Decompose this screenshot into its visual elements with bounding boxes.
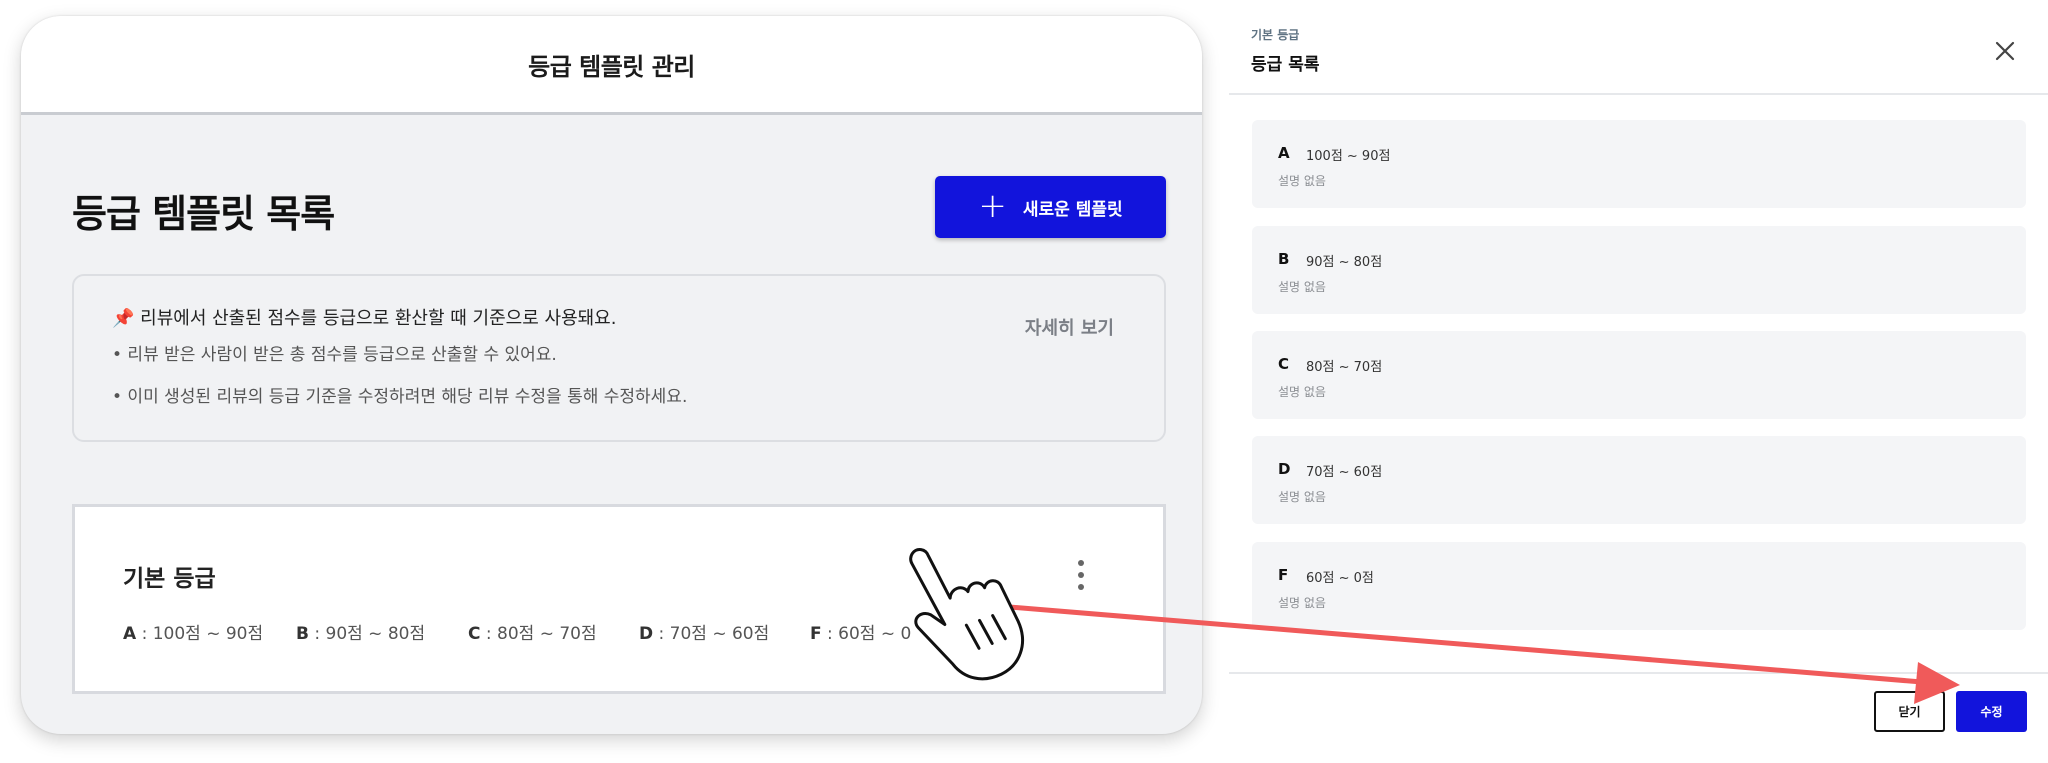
template-card[interactable]: 기본 등급 A : 100점 ~ 90점 B : 90점 ~ 80점 C : 8…	[72, 504, 1166, 694]
plus-icon: +	[978, 185, 1007, 226]
edit-button[interactable]: 수정	[1956, 691, 2027, 732]
grade-letter: F	[1278, 566, 1289, 584]
info-main-text: 📌 리뷰에서 산출된 점수를 등급으로 환산할 때 기준으로 사용돼요.	[112, 308, 617, 329]
screen-header: 등급 템플릿 관리	[21, 16, 1202, 115]
grade-description: 설명 없음	[1278, 490, 1326, 504]
grade-list-panel: 기본 등급 등급 목록 A 100점 ~ 90점 설명 없음 B 90점 ~ 8…	[1229, 0, 2048, 763]
info-bullet: • 이미 생성된 리뷰의 등급 기준을 수정하려면 해당 리뷰 수정을 통해 수…	[112, 387, 688, 407]
grade-item: F 60점 ~ 0점 설명 없음	[1252, 542, 2026, 630]
new-template-label: 새로운 템플릿	[1022, 199, 1123, 220]
grade-letter: A	[1278, 144, 1290, 162]
new-template-button[interactable]: + 새로운 템플릿	[935, 176, 1166, 238]
grade-description: 설명 없음	[1278, 596, 1326, 610]
panel-subtitle: 기본 등급	[1251, 28, 1300, 42]
info-bullet: • 리뷰 받은 사람이 받은 총 점수를 등급으로 산출할 수 있어요.	[112, 345, 557, 365]
grade-item: C 80점 ~ 70점 설명 없음	[1252, 331, 2026, 419]
grade-item: A 100점 ~ 90점 설명 없음	[1252, 120, 2026, 208]
grade-description: 설명 없음	[1278, 280, 1326, 294]
grade-range: D : 70점 ~ 60점	[639, 624, 770, 644]
grade-range: C : 80점 ~ 70점	[468, 624, 597, 644]
details-link[interactable]: 자세히 보기	[1025, 314, 1114, 340]
grade-range: 60점 ~ 0점	[1306, 571, 1374, 586]
grade-range: 70점 ~ 60점	[1306, 465, 1383, 480]
grade-range: 100점 ~ 90점	[1306, 149, 1391, 164]
screenshot-stage: 등급 템플릿 관리 등급 템플릿 목록 + 새로운 템플릿 📌 리뷰에서 산출된…	[0, 0, 2048, 763]
grade-range: B : 90점 ~ 80점	[296, 624, 426, 644]
grade-template-screen: 등급 템플릿 관리 등급 템플릿 목록 + 새로운 템플릿 📌 리뷰에서 산출된…	[21, 16, 1202, 734]
close-icon[interactable]	[1991, 37, 2019, 65]
close-button[interactable]: 닫기	[1874, 691, 1945, 732]
grade-description: 설명 없음	[1278, 385, 1326, 399]
info-notice: 📌 리뷰에서 산출된 점수를 등급으로 환산할 때 기준으로 사용돼요. • 리…	[72, 274, 1166, 442]
grade-range: A : 100점 ~ 90점	[123, 624, 264, 644]
grade-item: D 70점 ~ 60점 설명 없음	[1252, 436, 2026, 524]
grade-range: 80점 ~ 70점	[1306, 360, 1383, 375]
grade-range: 90점 ~ 80점	[1306, 255, 1383, 270]
grade-description: 설명 없음	[1278, 174, 1326, 188]
page-title: 등급 템플릿 목록	[72, 192, 335, 236]
divider	[1229, 93, 2048, 95]
grade-letter: D	[1278, 460, 1291, 478]
grade-item: B 90점 ~ 80점 설명 없음	[1252, 226, 2026, 314]
grade-letter: C	[1278, 355, 1290, 373]
grade-letter: B	[1278, 250, 1290, 268]
grade-range: F : 60점 ~ 0	[810, 624, 912, 644]
more-options-icon[interactable]	[1071, 560, 1091, 590]
screen-title: 등급 템플릿 관리	[528, 52, 695, 81]
template-card-title: 기본 등급	[123, 566, 216, 592]
panel-title: 등급 목록	[1251, 55, 1320, 75]
divider	[1229, 672, 2048, 674]
